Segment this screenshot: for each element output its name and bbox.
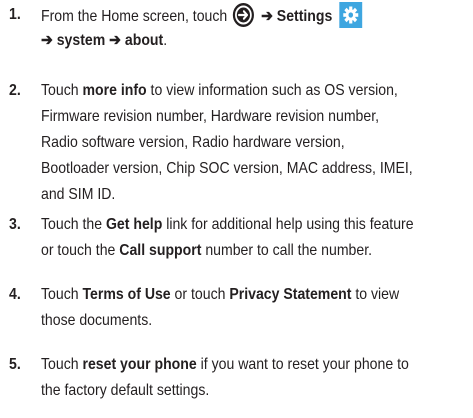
step-text-middle: or touch — [170, 286, 230, 303]
step-text-prefix: Touch the — [41, 216, 106, 233]
settings-gear-icon — [339, 2, 363, 28]
step-line: Touch Terms of Use or touch Privacy Stat… — [41, 282, 463, 308]
step-line: those documents. — [41, 312, 153, 329]
more-info-label: more info — [82, 82, 147, 99]
step-text-rest: to view information such as OS version, — [146, 82, 398, 99]
step-number: 4. — [9, 286, 21, 303]
step-line: Firmware revision number, Hardware revis… — [41, 108, 380, 125]
step-line: Touch reset your phone if you want to re… — [41, 352, 463, 378]
step-line: Bootloader version, Chip SOC version, MA… — [41, 160, 413, 177]
circle-arrow-icon — [232, 3, 254, 27]
step-line: Touch more info to view information such… — [41, 78, 463, 104]
step-text-prefix: Touch — [41, 286, 83, 303]
step-text: From the Home screen, touch ➔ Settings ➔… — [41, 2, 463, 54]
step-number: 5. — [9, 356, 21, 373]
arrow-glyph: ➔ — [41, 32, 53, 49]
step-line: or touch the Call support number to call… — [41, 238, 463, 264]
terms-of-use-label: Terms of Use — [82, 286, 171, 303]
step-line: and SIM ID. — [41, 186, 116, 203]
step-line: the factory default settings. — [41, 382, 210, 399]
step-text-prefix: Touch — [41, 82, 83, 99]
step-number: 3. — [9, 216, 21, 233]
privacy-statement-label: Privacy Statement — [229, 286, 352, 303]
step-text: Touch more info to view information such… — [41, 78, 463, 208]
step-text: Touch Terms of Use or touch Privacy Stat… — [41, 282, 463, 334]
about-label: about — [124, 32, 164, 49]
step-line: ➔ system ➔ about. — [41, 28, 463, 54]
step-text-rest: link for additional help using this feat… — [162, 216, 414, 233]
step-text: Touch the Get help link for additional h… — [41, 212, 463, 264]
step-text: Touch reset your phone if you want to re… — [41, 352, 463, 404]
step-line: Touch the Get help link for additional h… — [41, 212, 463, 238]
period: . — [163, 32, 168, 49]
step-text-prefix: or touch the — [41, 242, 120, 259]
step-number: 1. — [9, 6, 21, 23]
step-text-rest: if you want to reset your phone to — [196, 356, 409, 373]
step-text-rest: number to call the number. — [201, 242, 373, 259]
call-support-label: Call support — [119, 242, 202, 259]
reset-your-phone-label: reset your phone — [82, 356, 197, 373]
get-help-label: Get help — [105, 216, 163, 233]
arrow-glyph: ➔ — [261, 8, 273, 25]
step-number: 2. — [9, 82, 21, 99]
step-text-prefix: From the Home screen, touch — [41, 8, 228, 25]
arrow-glyph: ➔ — [109, 32, 121, 49]
step-text-prefix: Touch — [41, 356, 83, 373]
settings-label: Settings — [276, 8, 333, 25]
system-label: system — [56, 32, 106, 49]
step-line: Radio software version, Radio hardware v… — [41, 134, 345, 151]
step-text-rest: to view — [351, 286, 400, 303]
step-line: From the Home screen, touch ➔ Settings — [41, 2, 463, 28]
